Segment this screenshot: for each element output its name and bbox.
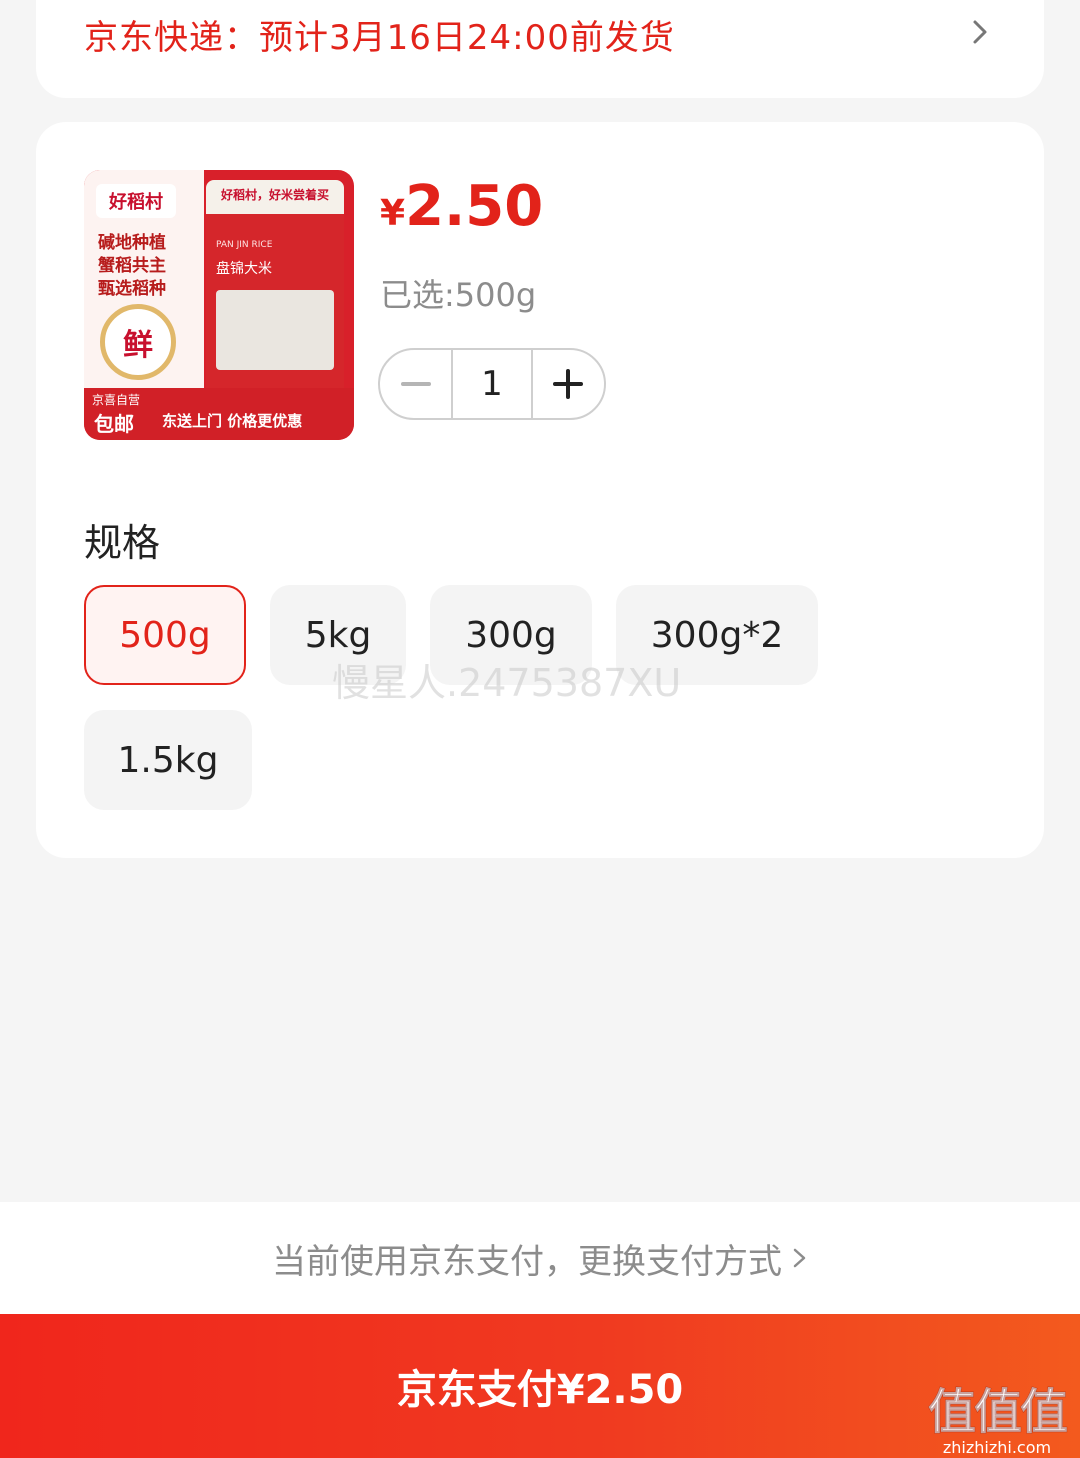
bag-title: 盘锦大米: [216, 261, 272, 277]
quantity-value[interactable]: 1: [451, 350, 533, 418]
jd-pay-button[interactable]: 京东支付¥2.50: [0, 1314, 1080, 1458]
product-price: ¥2.50: [380, 174, 543, 239]
chevron-right-icon: [793, 1248, 806, 1268]
selected-spec-label: 已选:500g: [380, 276, 537, 314]
rice-bag-graphic: 好稻村，好米尝着买 PAN JIN RICE 盘锦大米: [206, 180, 344, 406]
price-currency: ¥: [380, 193, 406, 234]
quantity-stepper: 1: [378, 348, 606, 420]
delivery-promo-text: 东送上门 价格更优惠: [162, 412, 303, 430]
spec-option-500g[interactable]: 500g: [84, 585, 246, 685]
delivery-estimate: 京东快递：预计3月16日24:00前发货: [84, 18, 675, 58]
brand-logo: 好稻村: [96, 184, 176, 218]
payment-method-text: 当前使用京东支付，更换支付方式: [272, 1241, 782, 1282]
product-card: 好稻村 碱地种植 蟹稻共主 甄选稻种 鲜 好稻村，好米尝着买 PAN JIN R…: [36, 122, 1044, 858]
site-logo-url: zhizhizhi.com: [942, 1438, 1052, 1457]
pay-button-label: 京东支付¥2.50: [396, 1367, 684, 1413]
site-watermark-logo: 值值值 zhizhizhi.com: [924, 1372, 1070, 1458]
chevron-right-icon: [973, 20, 987, 44]
change-payment-method[interactable]: 当前使用京东支付，更换支付方式: [0, 1202, 1080, 1314]
fresh-seal-icon: 鲜: [100, 304, 176, 380]
increase-button[interactable]: [533, 350, 604, 418]
checkout-page: 京东快递：预计3月16日24:00前发货 好稻村 碱地种植 蟹稻共主 甄选稻种 …: [0, 0, 1080, 1458]
promo-strip: 京喜自营 包邮 东送上门 价格更优惠: [84, 388, 354, 440]
jd-self-badge: 京喜自营: [92, 393, 141, 407]
product-image[interactable]: 好稻村 碱地种植 蟹稻共主 甄选稻种 鲜 好稻村，好米尝着买 PAN JIN R…: [84, 170, 354, 440]
fresh-seal-text: 鲜: [123, 328, 153, 363]
free-shipping-badge: 包邮: [94, 412, 134, 436]
rice-window: [216, 290, 334, 370]
price-amount: 2.50: [405, 174, 544, 239]
plus-icon: [553, 369, 584, 399]
site-logo-mark: 值值值: [927, 1384, 1068, 1441]
minus-icon: [400, 382, 431, 386]
decrease-button[interactable]: [380, 350, 451, 418]
bag-tagline: 好稻村，好米尝着买: [220, 188, 329, 202]
user-watermark: 慢星人.2475387XU: [332, 661, 682, 705]
delivery-card[interactable]: 京东快递：预计3月16日24:00前发货: [36, 0, 1044, 98]
bag-subtitle: PAN JIN RICE: [216, 240, 273, 250]
spec-title: 规格: [84, 521, 161, 565]
product-slogan: 碱地种植 蟹稻共主 甄选稻种: [98, 233, 166, 299]
spec-option-1-5kg[interactable]: 1.5kg: [84, 710, 252, 810]
